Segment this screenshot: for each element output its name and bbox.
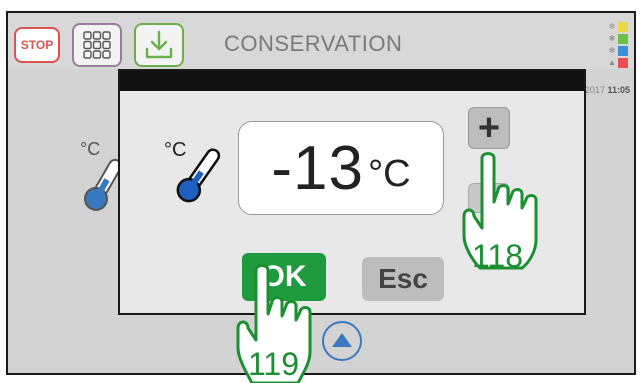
top-bar: STOP CONSERVATION ✲ ❋ ✻ ▲: [8, 13, 634, 69]
fan-icon: ✲: [608, 22, 616, 31]
status-row-4: ▲: [608, 57, 630, 68]
dialog-thermometer-icon: [176, 148, 221, 203]
callout-119: 119: [248, 346, 300, 382]
menu-button[interactable]: [72, 23, 122, 67]
status-row-2: ❋: [608, 33, 630, 44]
callout-118: 118: [472, 238, 524, 274]
status-swatch-red: [618, 57, 628, 68]
stop-button[interactable]: STOP: [14, 27, 60, 63]
defrost-icon: ❋: [608, 34, 616, 43]
status-indicators: ✲ ❋ ✻ ▲: [608, 21, 630, 68]
stop-label: STOP: [20, 38, 54, 52]
increase-button[interactable]: +: [468, 107, 510, 149]
temperature-value-display: -13 °C: [238, 121, 444, 215]
background-arrow-button-icon: [322, 321, 362, 361]
status-swatch-green: [618, 33, 628, 44]
status-row-3: ✻: [608, 45, 630, 56]
grid-icon: [83, 31, 111, 59]
temperature-unit: °C: [367, 152, 411, 195]
snowflake-icon: ✻: [608, 46, 616, 55]
status-swatch-blue: [618, 45, 628, 56]
dialog-header-bar: [120, 71, 584, 91]
temperature-value: -13: [271, 133, 364, 203]
download-icon: [145, 30, 173, 59]
chart-icon: ▲: [608, 58, 616, 67]
time-text: 11:05: [607, 85, 630, 95]
page-title: CONSERVATION: [224, 31, 403, 56]
download-button[interactable]: [134, 23, 184, 67]
status-swatch-yellow: [618, 21, 628, 32]
status-row-1: ✲: [608, 21, 630, 32]
esc-button[interactable]: Esc: [362, 257, 444, 301]
